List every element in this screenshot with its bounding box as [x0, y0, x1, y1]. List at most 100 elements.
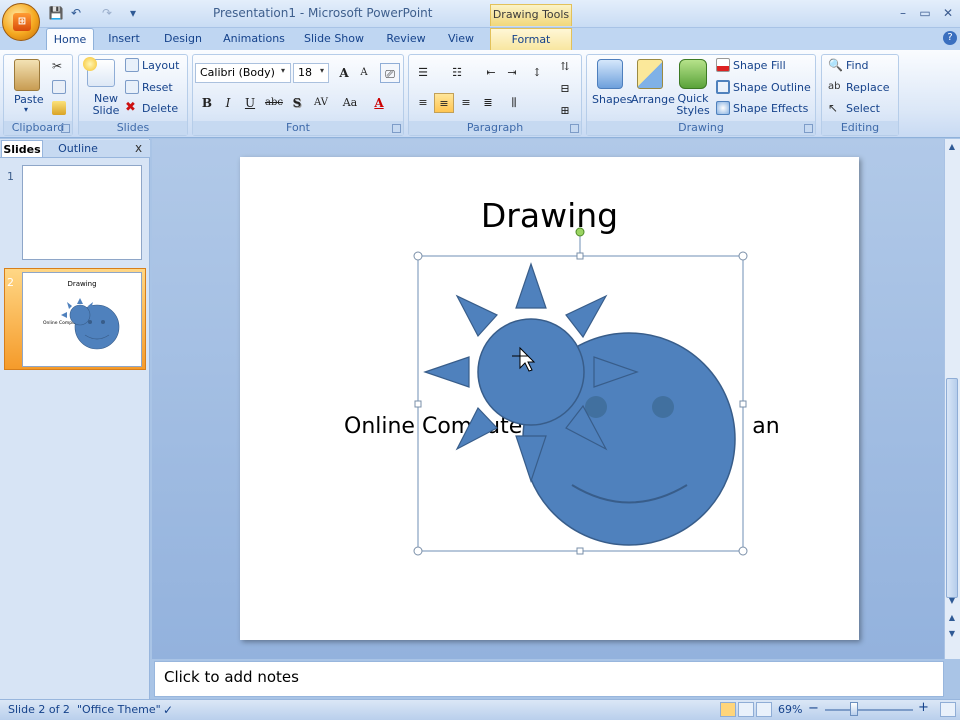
- reset-button[interactable]: Reset: [142, 81, 173, 94]
- zoom-in-button[interactable]: +: [918, 700, 929, 715]
- shape-fill-button[interactable]: Shape Fill: [733, 59, 786, 72]
- paste-dropdown-icon[interactable]: ▾: [24, 105, 28, 114]
- shape-effects-button[interactable]: Shape Effects: [733, 102, 808, 115]
- bold-button[interactable]: B: [197, 93, 217, 113]
- justify-icon[interactable]: ≣: [478, 93, 498, 113]
- format-painter-icon[interactable]: [52, 101, 66, 115]
- cut-icon[interactable]: ✂: [52, 59, 66, 73]
- scroll-up-icon[interactable]: ▲: [946, 141, 958, 153]
- tab-design[interactable]: Design: [156, 28, 210, 50]
- slide-title[interactable]: Drawing: [240, 196, 859, 235]
- grow-font-button[interactable]: A: [334, 63, 354, 83]
- spelling-check-icon[interactable]: ✓: [163, 703, 173, 717]
- arrange-button[interactable]: Arrange: [631, 93, 675, 106]
- find-icon[interactable]: 🔍: [828, 58, 843, 72]
- delete-button[interactable]: Delete: [142, 102, 178, 115]
- zoom-slider-thumb[interactable]: [850, 702, 858, 716]
- tab-format[interactable]: Format: [490, 28, 572, 50]
- tab-review[interactable]: Review: [380, 28, 432, 50]
- shrink-font-button[interactable]: A: [354, 63, 374, 83]
- align-right-icon[interactable]: ≡: [456, 93, 476, 113]
- close-pane-icon[interactable]: x: [135, 141, 142, 155]
- font-size-dropdown-icon[interactable]: ▾: [320, 66, 324, 75]
- reset-icon[interactable]: [125, 80, 139, 94]
- slide-body-text[interactable]: Online Compute an: [344, 414, 780, 439]
- slide-sorter-view-icon[interactable]: [738, 702, 754, 717]
- fit-to-window-icon[interactable]: [940, 702, 956, 717]
- scrollbar-thumb[interactable]: [946, 378, 958, 598]
- find-button[interactable]: Find: [846, 59, 869, 72]
- select-cursor-icon[interactable]: ↖: [828, 101, 842, 115]
- select-button[interactable]: Select: [846, 102, 880, 115]
- tab-home[interactable]: Home: [46, 28, 94, 50]
- zoom-level[interactable]: 69%: [778, 703, 802, 716]
- character-spacing-button[interactable]: AV: [309, 93, 333, 113]
- smartart-icon[interactable]: ⊞: [555, 101, 575, 121]
- slide-thumbnail-1[interactable]: [22, 165, 142, 260]
- font-name-combo[interactable]: Calibri (Body): [195, 63, 291, 83]
- align-text-icon[interactable]: ⊟: [555, 79, 575, 99]
- next-slide-icon[interactable]: ▼: [946, 628, 958, 640]
- minimize-button[interactable]: –: [894, 5, 912, 21]
- decrease-indent-icon[interactable]: ⇤: [481, 63, 501, 83]
- zoom-slider-track[interactable]: [825, 709, 913, 711]
- tab-slides[interactable]: Slides: [1, 140, 43, 157]
- copy-icon[interactable]: [52, 80, 66, 94]
- replace-button[interactable]: Replace: [846, 81, 890, 94]
- shape-effects-icon[interactable]: [716, 101, 730, 115]
- close-button[interactable]: ✕: [939, 5, 957, 21]
- notes-placeholder[interactable]: Click to add notes: [164, 668, 299, 686]
- normal-view-icon[interactable]: [720, 702, 736, 717]
- office-button[interactable]: ⊞: [2, 3, 40, 41]
- tab-slide-show[interactable]: Slide Show: [298, 28, 370, 50]
- numbering-icon[interactable]: ☷: [447, 63, 467, 83]
- paste-label[interactable]: Paste: [14, 93, 44, 106]
- text-direction-icon[interactable]: ⇅: [555, 57, 575, 77]
- increase-indent-icon[interactable]: ⇥: [502, 63, 522, 83]
- replace-icon[interactable]: ab: [828, 80, 842, 94]
- tab-view[interactable]: View: [440, 28, 482, 50]
- paste-icon[interactable]: [14, 59, 40, 91]
- delete-icon[interactable]: ✖: [125, 101, 139, 115]
- change-case-button[interactable]: Aa: [338, 93, 362, 113]
- layout-button[interactable]: Layout: [142, 59, 179, 72]
- shape-outline-icon[interactable]: [716, 80, 730, 94]
- help-icon[interactable]: ?: [943, 31, 957, 45]
- align-center-icon[interactable]: ≡: [434, 93, 454, 113]
- quick-styles-button[interactable]: Quick Styles: [675, 93, 711, 117]
- new-slide-label[interactable]: New Slide: [89, 93, 123, 117]
- tab-animations[interactable]: Animations: [218, 28, 290, 50]
- quick-styles-icon[interactable]: [679, 59, 707, 89]
- shapes-icon[interactable]: [597, 59, 623, 89]
- redo-icon[interactable]: ↷: [98, 5, 116, 21]
- drawing-launcher-icon[interactable]: [804, 124, 813, 133]
- tab-outline[interactable]: Outline: [52, 140, 104, 157]
- shape-fill-icon[interactable]: [716, 58, 730, 72]
- font-color-button[interactable]: A: [369, 93, 389, 113]
- previous-slide-icon[interactable]: ▲: [946, 612, 958, 624]
- shapes-button[interactable]: Shapes: [592, 93, 632, 106]
- bullets-icon[interactable]: ☰: [413, 63, 433, 83]
- theme-status[interactable]: "Office Theme": [77, 703, 161, 716]
- shape-outline-button[interactable]: Shape Outline: [733, 81, 811, 94]
- tab-insert[interactable]: Insert: [100, 28, 148, 50]
- underline-button[interactable]: U: [240, 93, 260, 113]
- italic-button[interactable]: I: [218, 93, 238, 113]
- layout-icon[interactable]: [125, 58, 139, 72]
- strikethrough-button[interactable]: abc: [262, 93, 286, 113]
- paragraph-launcher-icon[interactable]: [570, 124, 579, 133]
- font-name-dropdown-icon[interactable]: ▾: [281, 66, 285, 75]
- slide-thumbnail-2[interactable]: Drawing Online Computer ... an: [22, 272, 142, 367]
- undo-icon[interactable]: ↶: [67, 5, 85, 21]
- clear-formatting-icon[interactable]: ⎚: [380, 63, 400, 83]
- clipboard-launcher-icon[interactable]: [61, 124, 70, 133]
- text-shadow-button[interactable]: S: [287, 93, 307, 113]
- arrange-icon[interactable]: [637, 59, 663, 89]
- slide-show-view-icon[interactable]: [756, 702, 772, 717]
- scroll-down-icon[interactable]: ▼: [946, 595, 958, 607]
- align-left-icon[interactable]: ≡: [413, 93, 433, 113]
- save-icon[interactable]: 💾: [47, 5, 65, 21]
- restore-button[interactable]: ▭: [916, 5, 934, 21]
- columns-icon[interactable]: ⫼: [504, 93, 524, 113]
- zoom-out-button[interactable]: −: [808, 701, 819, 716]
